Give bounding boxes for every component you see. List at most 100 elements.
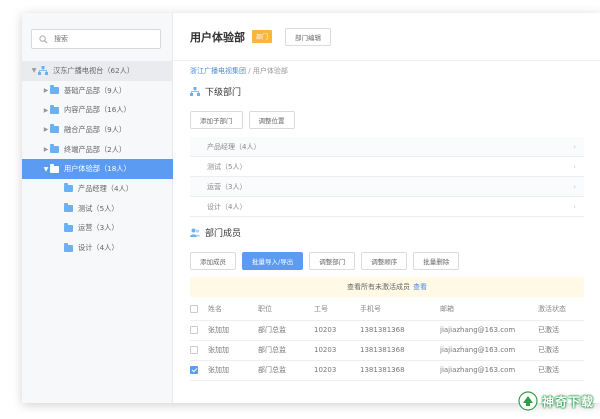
breadcrumb: 浙江广播电视集团 / 用户体验部 [190, 66, 288, 76]
inactive-notice: 查看所有未激活成员 查看 [190, 277, 584, 297]
cell-status: 已激活 [538, 340, 584, 361]
members-table: 姓名 职位 工号 手机号 邮箱 激活状态 张加加 部门总监 10203 1381… [190, 299, 584, 381]
tree-root-label: 汉东广播电视台（62人） [53, 65, 135, 75]
cell-phone: 1381381368 [360, 320, 440, 341]
list-item-label: 运营（3人） [207, 182, 247, 191]
folder-icon [50, 104, 59, 114]
table-header: 姓名 职位 工号 手机号 邮箱 激活状态 [190, 299, 584, 321]
sub-departments-toolbar: 添加子部门 调整位置 [190, 111, 295, 129]
column-header[interactable]: 手机号 [360, 299, 440, 321]
section-title: 下级部门 [205, 88, 242, 98]
tree-child-label: 测试（5人） [78, 203, 119, 213]
page-title: 用户体验部 [190, 30, 245, 44]
column-header[interactable]: 邮箱 [440, 299, 538, 321]
cell-phone: 1381381368 [360, 360, 440, 381]
cell-status: 已激活 [538, 320, 584, 341]
chevron-right-icon[interactable]: ▶ [42, 126, 50, 133]
list-item[interactable]: 产品经理（4人） › [190, 137, 584, 157]
header: 用户体验部 部门 部门编辑 [173, 13, 600, 61]
tree-root[interactable]: ▼ 汉东广播电视台（62人） [22, 61, 173, 81]
folder-icon [64, 242, 73, 252]
department-tree: ▼ 汉东广播电视台（62人） ▶ 基础产品部（9人） ▶ 内容产品部（16人） [22, 61, 173, 258]
tree-child-ops[interactable]: 运营（3人） [22, 219, 173, 239]
org-chart-icon [38, 66, 48, 76]
tree-child-label: 设计（4人） [78, 243, 119, 253]
list-item[interactable]: 运营（3人） › [190, 177, 584, 197]
table-row[interactable]: 张加加 部门总监 10203 1381381368 jiajiazhang@16… [190, 320, 584, 341]
folder-icon [64, 222, 73, 232]
tree-item-label: 终端产品部（2人） [64, 144, 127, 154]
sub-department-list: 产品经理（4人） › 测试（5人） › 运营（3人） › 设计（4人） › [190, 137, 584, 217]
add-member-button[interactable]: 添加成员 [190, 252, 236, 270]
chevron-right-icon[interactable]: ▶ [42, 107, 50, 114]
row-checkbox[interactable] [190, 346, 198, 354]
edit-department-button[interactable]: 部门编辑 [285, 27, 332, 46]
chevron-right-icon: › [573, 142, 576, 151]
section-title: 部门成员 [205, 229, 242, 239]
column-header[interactable]: 工号 [314, 299, 360, 321]
table-row[interactable]: 张加加 部门总监 10203 1381381368 jiajiazhang@16… [190, 340, 584, 361]
table-row[interactable]: 张加加 部门总监 10203 1381381368 jiajiazhang@16… [190, 360, 584, 381]
breadcrumb-root[interactable]: 浙江广播电视集团 [190, 67, 246, 75]
sidebar: ▼ 汉东广播电视台（62人） ▶ 基础产品部（9人） ▶ 内容产品部（16人） [22, 13, 173, 403]
list-item-label: 产品经理（4人） [207, 142, 261, 151]
tree-item-label: 融合产品部（9人） [64, 124, 127, 134]
chevron-right-icon[interactable]: ▶ [42, 87, 50, 94]
list-item-label: 设计（4人） [207, 202, 247, 211]
tree-child-pm[interactable]: 产品经理（4人） [22, 179, 173, 199]
reorder-members-button[interactable]: 调整顺序 [361, 252, 408, 270]
tree-item-content[interactable]: ▶ 内容产品部（16人） [22, 100, 173, 120]
watermark: 神奇下载 [517, 391, 594, 411]
cell-id: 10203 [314, 360, 360, 381]
chevron-down-icon[interactable]: ▼ [42, 166, 50, 173]
batch-delete-button[interactable]: 批量删除 [413, 252, 460, 270]
move-department-button[interactable]: 调整部门 [309, 252, 356, 270]
tree-item-label: 内容产品部（16人） [64, 105, 131, 115]
tree-item-terminal[interactable]: ▶ 终端产品部（2人） [22, 140, 173, 160]
chevron-down-icon[interactable]: ▼ [30, 67, 38, 74]
tree-child-test[interactable]: 测试（5人） [22, 199, 173, 219]
cell-name: 张加加 [208, 340, 258, 361]
folder-icon [50, 124, 59, 134]
cell-email: jiajiazhang@163.com [440, 320, 538, 341]
users-icon [190, 228, 200, 237]
list-item[interactable]: 设计（4人） › [190, 197, 584, 217]
cell-id: 10203 [314, 340, 360, 361]
chevron-right-icon: › [573, 162, 576, 171]
app-window: ▼ 汉东广播电视台（62人） ▶ 基础产品部（9人） ▶ 内容产品部（16人） [22, 13, 600, 403]
cell-phone: 1381381368 [360, 340, 440, 361]
import-export-button[interactable]: 批量导入/导出 [242, 252, 304, 270]
notice-link[interactable]: 查看 [413, 282, 427, 292]
tree-item-label: 用户体验部（18人） [64, 164, 131, 174]
folder-icon [50, 163, 59, 173]
column-header[interactable]: 姓名 [208, 299, 258, 321]
chevron-right-icon: › [573, 182, 576, 191]
row-checkbox-checked[interactable] [190, 366, 198, 374]
tree-item-fusion[interactable]: ▶ 融合产品部（9人） [22, 120, 173, 140]
folder-icon [64, 183, 73, 193]
main-panel: 用户体验部 部门 部门编辑 浙江广播电视集团 / 用户体验部 下级部门 添加子部… [173, 13, 600, 403]
column-header[interactable]: 职位 [258, 299, 314, 321]
search-box[interactable] [31, 29, 161, 49]
folder-icon [50, 144, 59, 154]
chevron-right-icon: › [573, 202, 576, 211]
search-input[interactable] [54, 35, 154, 43]
cell-email: jiajiazhang@163.com [440, 340, 538, 361]
tree-item-basic[interactable]: ▶ 基础产品部（9人） [22, 81, 173, 101]
add-sub-department-button[interactable]: 添加子部门 [190, 111, 243, 129]
row-checkbox[interactable] [190, 326, 198, 334]
reorder-button[interactable]: 调整位置 [248, 111, 295, 129]
cell-name: 张加加 [208, 320, 258, 341]
chevron-right-icon[interactable]: ▶ [42, 146, 50, 153]
watermark-text: 神奇下载 [541, 394, 594, 409]
tree-child-label: 产品经理（4人） [78, 183, 133, 193]
tree-child-design[interactable]: 设计（4人） [22, 238, 173, 258]
cell-title: 部门总监 [258, 320, 314, 341]
list-item-label: 测试（5人） [207, 162, 247, 171]
column-header[interactable]: 激活状态 [538, 299, 584, 321]
sub-departments-heading: 下级部门 [190, 85, 241, 98]
list-item[interactable]: 测试（5人） › [190, 157, 584, 177]
select-all-checkbox[interactable] [190, 305, 198, 314]
tree-item-ux-selected[interactable]: ▼ 用户体验部（18人） [22, 159, 173, 180]
cell-title: 部门总监 [258, 360, 314, 381]
